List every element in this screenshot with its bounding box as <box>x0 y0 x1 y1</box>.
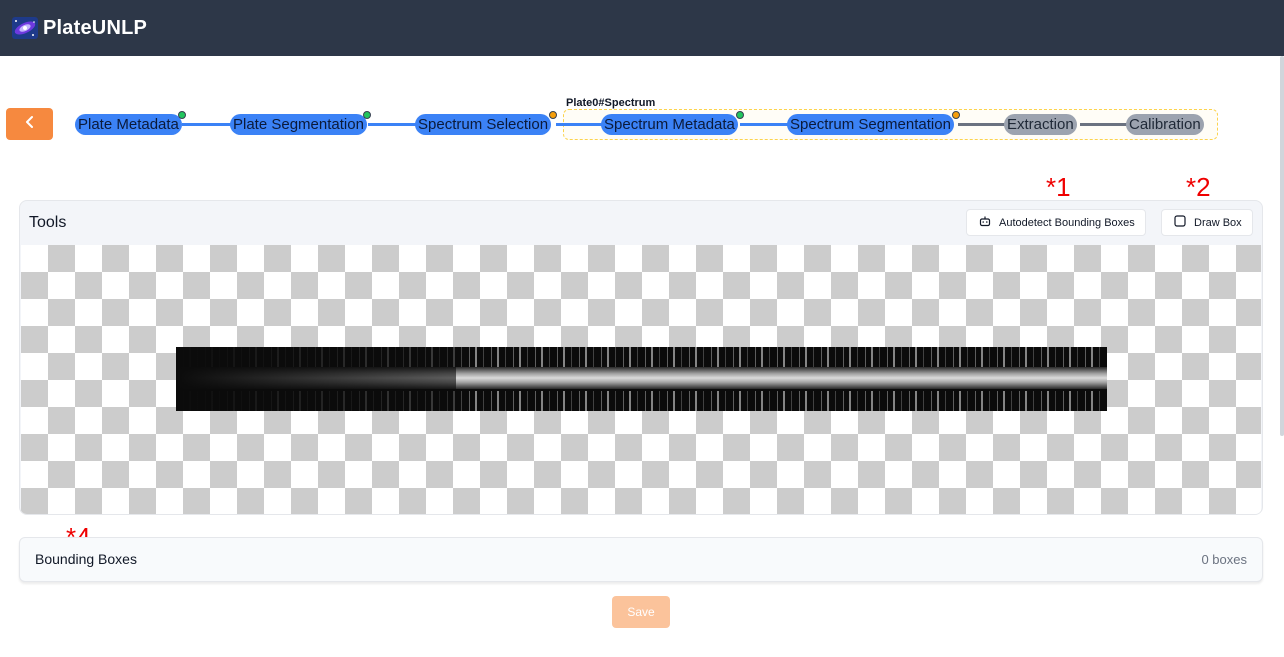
app-title[interactable]: PlateUNLP <box>43 17 147 40</box>
top-bar: PlateUNLP <box>0 0 1284 56</box>
robot-icon <box>979 215 999 230</box>
save-button[interactable]: Save <box>612 596 670 628</box>
tools-title: Tools <box>29 214 67 231</box>
draw-box-button[interactable]: Draw Box <box>1161 209 1253 236</box>
step-group-label: Plate0#Spectrum <box>566 97 656 109</box>
bounding-boxes-title: Bounding Boxes <box>35 551 137 567</box>
step-connector <box>740 123 788 126</box>
square-icon <box>1174 215 1194 230</box>
status-dot-green <box>178 111 186 119</box>
step-connector <box>368 123 416 126</box>
step-connector <box>556 123 602 126</box>
step-spectrum-metadata[interactable]: Spectrum Metadata <box>601 114 738 135</box>
autodetect-label: Autodetect Bounding Boxes <box>999 216 1135 229</box>
step-plate-metadata[interactable]: Plate Metadata <box>75 114 182 135</box>
step-spectrum-selection[interactable]: Spectrum Selection <box>415 114 552 135</box>
tools-panel: Tools Autodetect Bounding Boxes Draw Box <box>19 200 1263 515</box>
step-extraction[interactable]: Extraction <box>1004 114 1077 135</box>
spectrum-image[interactable] <box>176 347 1107 411</box>
autodetect-bounding-boxes-button[interactable]: Autodetect Bounding Boxes <box>966 209 1146 236</box>
page-scrollbar[interactable] <box>1280 56 1284 436</box>
annotation-mark-2: *2 <box>1186 172 1211 202</box>
status-dot-green <box>363 111 371 119</box>
status-dot-green <box>736 111 744 119</box>
segmentation-canvas[interactable] <box>21 245 1261 514</box>
step-spectrum-segmentation[interactable]: Spectrum Segmentation <box>787 114 954 135</box>
chevron-left-icon <box>24 115 36 134</box>
bounding-boxes-panel[interactable]: Bounding Boxes 0 boxes <box>19 537 1263 582</box>
status-dot-orange <box>549 111 557 119</box>
spectrum-fade <box>176 347 456 411</box>
status-dot-orange <box>952 111 960 119</box>
step-connector <box>1080 123 1128 126</box>
bounding-boxes-count: 0 boxes <box>1201 552 1247 567</box>
annotation-mark-1: *1 <box>1046 172 1071 202</box>
draw-box-label: Draw Box <box>1194 216 1242 229</box>
step-connector <box>182 123 234 126</box>
step-connector <box>958 123 1006 126</box>
step-plate-segmentation[interactable]: Plate Segmentation <box>230 114 367 135</box>
back-button[interactable] <box>6 108 53 140</box>
step-calibration[interactable]: Calibration <box>1126 114 1204 135</box>
galaxy-logo-icon <box>12 17 38 39</box>
